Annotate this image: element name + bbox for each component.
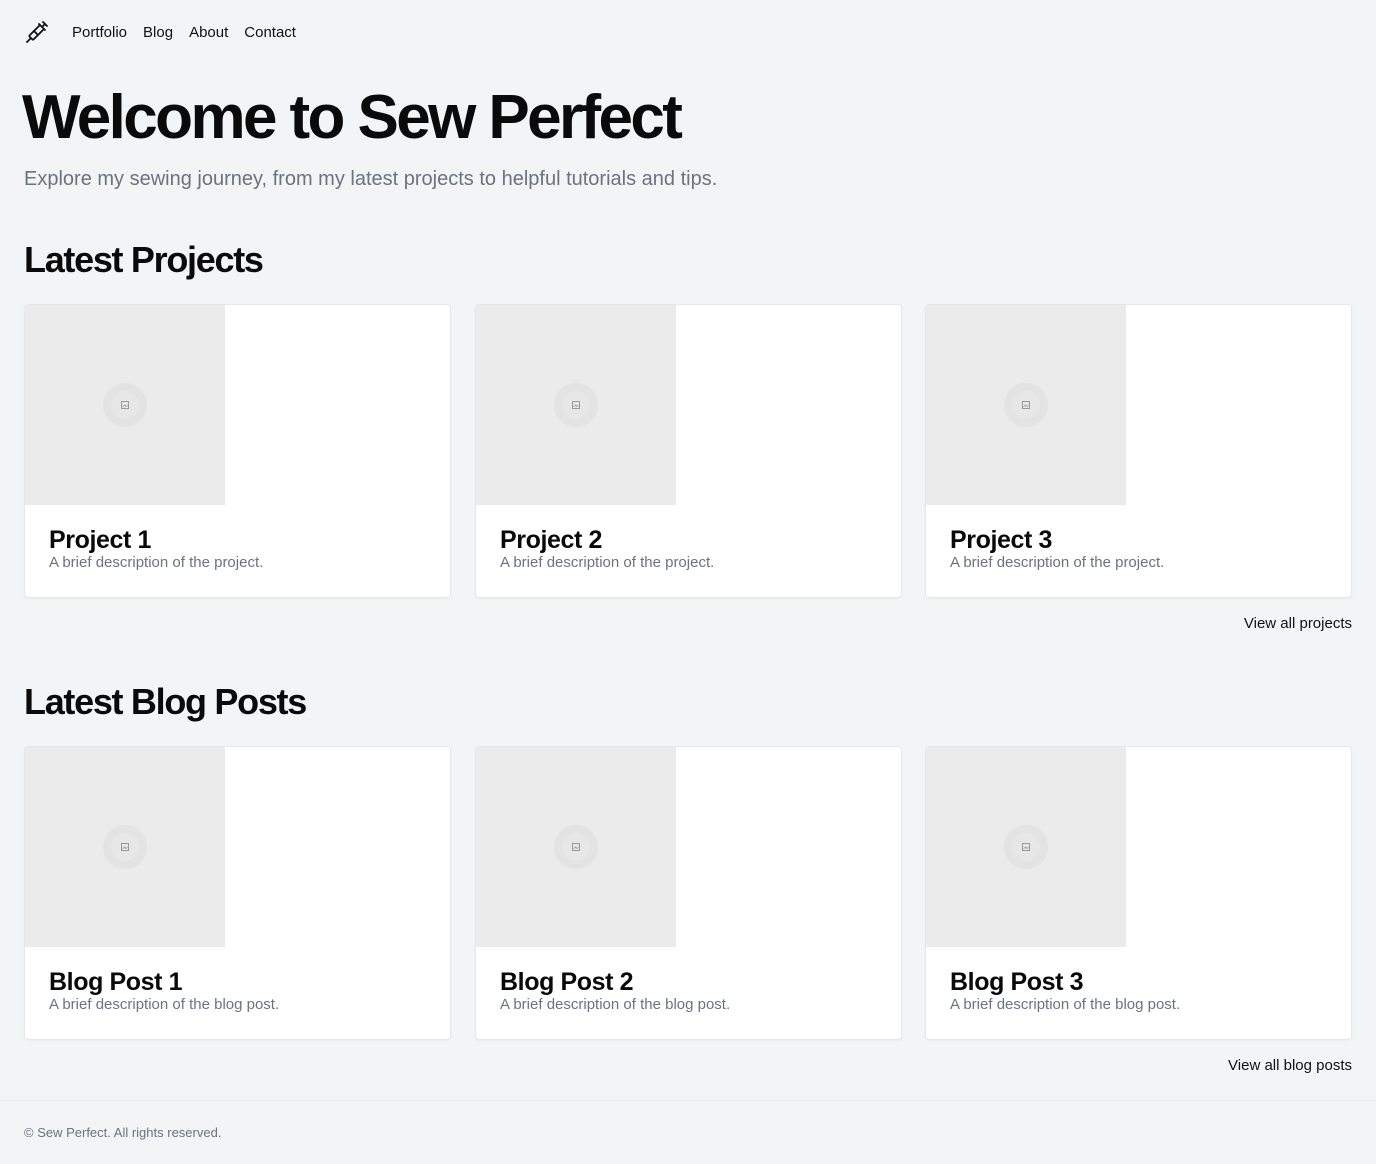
project-image-placeholder [926,305,1126,505]
project-title: Project 3 [950,526,1053,554]
blog-post-description: A brief description of the blog post. [500,996,731,1013]
project-description: A brief description of the project. [500,554,715,571]
project-title: Project 2 [500,526,603,554]
blog-image-placeholder [25,747,225,947]
image-placeholder-icon [1004,825,1048,869]
nav-about-link[interactable]: About [189,24,228,41]
blog-heading: Latest Blog Posts [24,681,307,722]
project-image-placeholder [25,305,225,505]
projects-heading: Latest Projects [24,239,264,280]
projects-grid: Project 1 A brief description of the pro… [24,304,1352,598]
blog-card[interactable]: Blog Post 3 A brief description of the b… [925,746,1352,1040]
blog-post-title: Blog Post 1 [49,968,183,996]
image-placeholder-icon [103,825,147,869]
image-placeholder-icon [1004,383,1048,427]
site-header: Portfolio Blog About Contact [24,18,296,46]
project-description: A brief description of the project. [49,554,264,571]
blog-post-title: Blog Post 2 [500,968,634,996]
project-image-placeholder [476,305,676,505]
logo-link[interactable] [24,19,50,45]
blog-post-title: Blog Post 3 [950,968,1084,996]
image-placeholder-icon [103,383,147,427]
blog-post-description: A brief description of the blog post. [49,996,280,1013]
nav-blog-link[interactable]: Blog [143,24,173,41]
hero-subtitle: Explore my sewing journey, from my lates… [24,168,718,190]
project-card[interactable]: Project 2 A brief description of the pro… [475,304,902,598]
project-card[interactable]: Project 3 A brief description of the pro… [925,304,1352,598]
blog-card[interactable]: Blog Post 1 A brief description of the b… [24,746,451,1040]
main-nav: Portfolio Blog About Contact [72,24,296,41]
nav-contact-link[interactable]: Contact [244,24,296,41]
blog-card[interactable]: Blog Post 2 A brief description of the b… [475,746,902,1040]
image-placeholder-icon [554,825,598,869]
project-description: A brief description of the project. [950,554,1165,571]
image-placeholder-icon [554,383,598,427]
view-all-projects-link[interactable]: View all projects [1244,615,1352,632]
blog-post-description: A brief description of the blog post. [950,996,1181,1013]
blog-image-placeholder [926,747,1126,947]
needle-pen-icon [26,21,48,43]
project-card[interactable]: Project 1 A brief description of the pro… [24,304,451,598]
blog-image-placeholder [476,747,676,947]
copyright-text: © Sew Perfect. All rights reserved. [24,1125,222,1140]
nav-portfolio-link[interactable]: Portfolio [72,24,127,41]
blog-grid: Blog Post 1 A brief description of the b… [24,746,1352,1040]
view-all-blog-posts-link[interactable]: View all blog posts [1228,1057,1352,1074]
project-title: Project 1 [49,526,152,554]
site-footer: © Sew Perfect. All rights reserved. [0,1100,1376,1164]
hero-title: Welcome to Sew Perfect [22,83,683,152]
